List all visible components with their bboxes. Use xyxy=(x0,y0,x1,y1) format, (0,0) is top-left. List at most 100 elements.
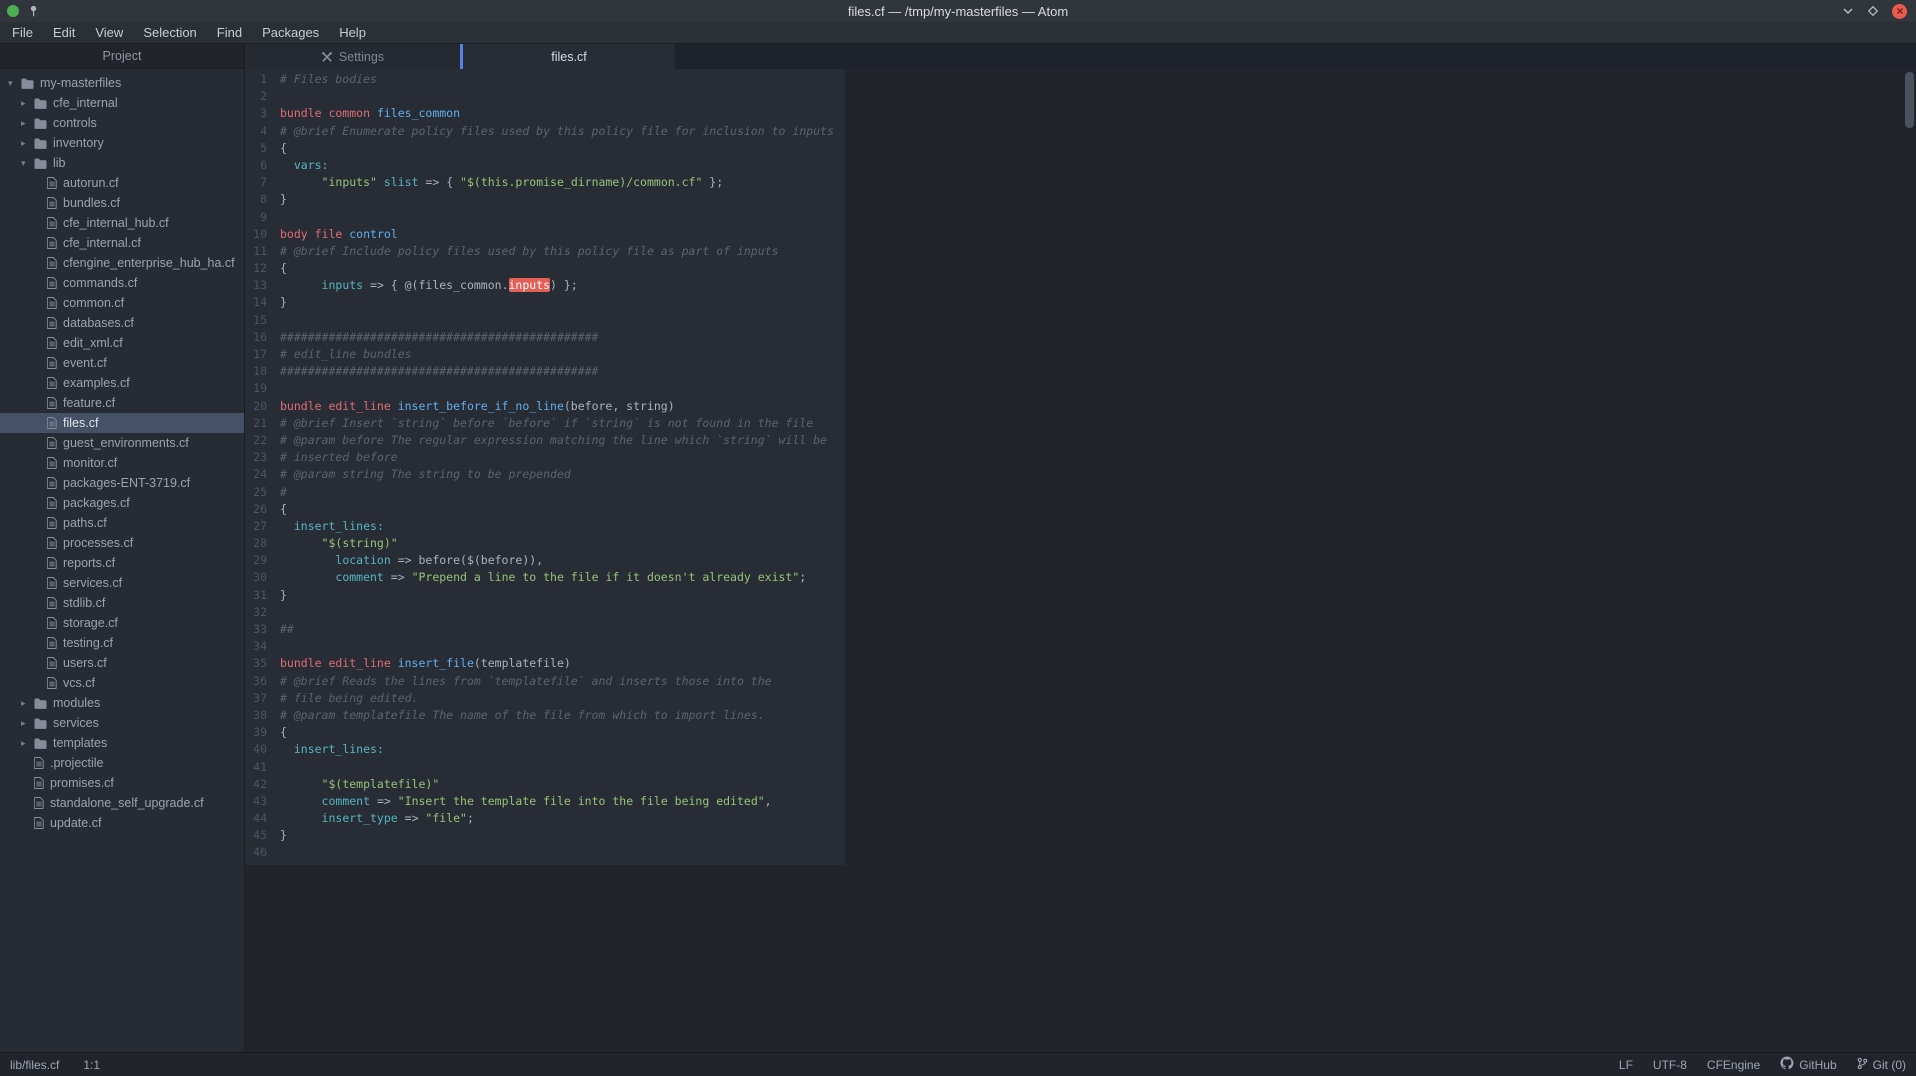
pin-icon[interactable] xyxy=(28,5,39,17)
status-encoding[interactable]: UTF-8 xyxy=(1653,1058,1687,1072)
tree-file-projectile[interactable]: .projectile xyxy=(0,753,244,773)
status-grammar[interactable]: CFEngine xyxy=(1707,1058,1760,1072)
tree-file-common-cf[interactable]: common.cf xyxy=(0,293,244,313)
tree-file-bundles-cf[interactable]: bundles.cf xyxy=(0,193,244,213)
tab-files-cf[interactable]: files.cf xyxy=(460,44,675,69)
menu-view[interactable]: View xyxy=(85,22,133,43)
status-line-ending[interactable]: LF xyxy=(1619,1058,1633,1072)
code-line-35[interactable]: 35bundle edit_line insert_file(templatef… xyxy=(245,655,845,672)
tree-file-paths-cf[interactable]: paths.cf xyxy=(0,513,244,533)
tree-folder-inventory[interactable]: ▸inventory xyxy=(0,133,244,153)
tree-file-processes-cf[interactable]: processes.cf xyxy=(0,533,244,553)
code-line-28[interactable]: 28 "$(string)" xyxy=(245,535,845,552)
code-line-2[interactable]: 2 xyxy=(245,88,845,105)
status-cursor-position[interactable]: 1:1 xyxy=(83,1058,100,1072)
tree-folder-modules[interactable]: ▸modules xyxy=(0,693,244,713)
code-line-22[interactable]: 22# @param before The regular expression… xyxy=(245,432,845,449)
tree-file-stdlib-cf[interactable]: stdlib.cf xyxy=(0,593,244,613)
code-line-39[interactable]: 39{ xyxy=(245,724,845,741)
code-line-7[interactable]: 7 "inputs" slist => { "$(this.promise_di… xyxy=(245,174,845,191)
tree-file-guest-environments-cf[interactable]: guest_environments.cf xyxy=(0,433,244,453)
menu-help[interactable]: Help xyxy=(329,22,376,43)
code-line-12[interactable]: 12{ xyxy=(245,260,845,277)
tree-folder-my-masterfiles[interactable]: ▾my-masterfiles xyxy=(0,73,244,93)
code-line-6[interactable]: 6 vars: xyxy=(245,157,845,174)
code-line-45[interactable]: 45} xyxy=(245,827,845,844)
code-line-36[interactable]: 36# @brief Reads the lines from `templat… xyxy=(245,673,845,690)
status-git[interactable]: Git (0) xyxy=(1857,1057,1906,1073)
code-line-1[interactable]: 1# Files bodies xyxy=(245,71,845,88)
code-line-30[interactable]: 30 comment => "Prepend a line to the fil… xyxy=(245,569,845,586)
vertical-scrollbar[interactable] xyxy=(1905,72,1914,128)
diamond-icon[interactable] xyxy=(1867,5,1879,17)
code-line-33[interactable]: 33## xyxy=(245,621,845,638)
tree-folder-cfe-internal[interactable]: ▸cfe_internal xyxy=(0,93,244,113)
code-area[interactable]: 1# Files bodies23bundle common files_com… xyxy=(245,69,845,865)
editor[interactable]: 1# Files bodies23bundle common files_com… xyxy=(245,69,1916,1052)
menu-file[interactable]: File xyxy=(2,22,43,43)
code-line-5[interactable]: 5{ xyxy=(245,140,845,157)
tree-file-examples-cf[interactable]: examples.cf xyxy=(0,373,244,393)
code-line-43[interactable]: 43 comment => "Insert the template file … xyxy=(245,793,845,810)
code-line-42[interactable]: 42 "$(templatefile)" xyxy=(245,776,845,793)
tree-file-cfengine-enterprise-hub-ha-cf[interactable]: cfengine_enterprise_hub_ha.cf xyxy=(0,253,244,273)
code-line-3[interactable]: 3bundle common files_common xyxy=(245,105,845,122)
code-line-44[interactable]: 44 insert_type => "file"; xyxy=(245,810,845,827)
tree-file-cfe-internal-cf[interactable]: cfe_internal.cf xyxy=(0,233,244,253)
code-line-19[interactable]: 19 xyxy=(245,380,845,397)
code-line-38[interactable]: 38# @param templatefile The name of the … xyxy=(245,707,845,724)
code-line-40[interactable]: 40 insert_lines: xyxy=(245,741,845,758)
code-line-26[interactable]: 26{ xyxy=(245,501,845,518)
code-line-16[interactable]: 16######################################… xyxy=(245,329,845,346)
tree-folder-templates[interactable]: ▸templates xyxy=(0,733,244,753)
code-line-23[interactable]: 23# inserted before xyxy=(245,449,845,466)
code-line-8[interactable]: 8} xyxy=(245,191,845,208)
tree-file-users-cf[interactable]: users.cf xyxy=(0,653,244,673)
code-line-41[interactable]: 41 xyxy=(245,759,845,776)
menu-edit[interactable]: Edit xyxy=(43,22,85,43)
code-line-9[interactable]: 9 xyxy=(245,209,845,226)
menu-packages[interactable]: Packages xyxy=(252,22,329,43)
tree-file-packages-cf[interactable]: packages.cf xyxy=(0,493,244,513)
code-line-32[interactable]: 32 xyxy=(245,604,845,621)
code-line-10[interactable]: 10body file control xyxy=(245,226,845,243)
code-line-25[interactable]: 25# xyxy=(245,484,845,501)
tree-file-monitor-cf[interactable]: monitor.cf xyxy=(0,453,244,473)
tree-file-edit-xml-cf[interactable]: edit_xml.cf xyxy=(0,333,244,353)
tree-file-feature-cf[interactable]: feature.cf xyxy=(0,393,244,413)
code-line-24[interactable]: 24# @param string The string to be prepe… xyxy=(245,466,845,483)
tree-file-promises-cf[interactable]: promises.cf xyxy=(0,773,244,793)
tab-settings[interactable]: Settings xyxy=(245,44,460,69)
code-line-46[interactable]: 46 xyxy=(245,844,845,861)
menu-selection[interactable]: Selection xyxy=(133,22,206,43)
code-line-13[interactable]: 13 inputs => { @(files_common.inputs) }; xyxy=(245,277,845,294)
project-tab[interactable]: Project xyxy=(0,44,244,69)
code-line-15[interactable]: 15 xyxy=(245,312,845,329)
tree-file-testing-cf[interactable]: testing.cf xyxy=(0,633,244,653)
code-line-18[interactable]: 18######################################… xyxy=(245,363,845,380)
tree-file-reports-cf[interactable]: reports.cf xyxy=(0,553,244,573)
tree-file-update-cf[interactable]: update.cf xyxy=(0,813,244,833)
tree-folder-controls[interactable]: ▸controls xyxy=(0,113,244,133)
code-line-21[interactable]: 21# @brief Insert `string` before `befor… xyxy=(245,415,845,432)
tree-file-autorun-cf[interactable]: autorun.cf xyxy=(0,173,244,193)
tree-file-packages-ent-3719-cf[interactable]: packages-ENT-3719.cf xyxy=(0,473,244,493)
code-line-4[interactable]: 4# @brief Enumerate policy files used by… xyxy=(245,123,845,140)
code-line-20[interactable]: 20bundle edit_line insert_before_if_no_l… xyxy=(245,398,845,415)
tree-file-commands-cf[interactable]: commands.cf xyxy=(0,273,244,293)
code-line-17[interactable]: 17# edit_line bundles xyxy=(245,346,845,363)
tree-file-vcs-cf[interactable]: vcs.cf xyxy=(0,673,244,693)
tree-folder-lib[interactable]: ▾lib xyxy=(0,153,244,173)
tree-file-event-cf[interactable]: event.cf xyxy=(0,353,244,373)
code-line-11[interactable]: 11# @brief Include policy files used by … xyxy=(245,243,845,260)
tree-folder-services[interactable]: ▸services xyxy=(0,713,244,733)
code-line-31[interactable]: 31} xyxy=(245,587,845,604)
tree-file-standalone-self-upgrade-cf[interactable]: standalone_self_upgrade.cf xyxy=(0,793,244,813)
close-icon[interactable] xyxy=(1892,4,1907,19)
tree-file-files-cf[interactable]: files.cf xyxy=(0,413,244,433)
code-line-37[interactable]: 37# file being edited. xyxy=(245,690,845,707)
code-line-14[interactable]: 14} xyxy=(245,294,845,311)
chevron-down-icon[interactable] xyxy=(1842,7,1854,15)
menu-find[interactable]: Find xyxy=(207,22,252,43)
code-line-34[interactable]: 34 xyxy=(245,638,845,655)
